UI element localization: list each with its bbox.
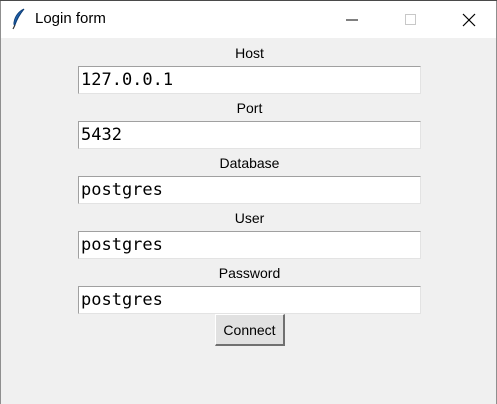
close-button[interactable] (446, 1, 492, 38)
password-input[interactable] (78, 286, 421, 314)
database-input[interactable] (78, 176, 421, 204)
port-input[interactable] (78, 121, 421, 149)
tk-feather-icon (11, 8, 27, 30)
host-input[interactable] (78, 66, 421, 94)
title-bar[interactable]: Login form (0, 1, 497, 38)
minimize-icon (346, 19, 358, 20)
database-label: Database (219, 155, 280, 171)
host-label: Host (235, 45, 264, 61)
window-title: Login form (35, 10, 106, 27)
user-label: User (234, 210, 265, 226)
connect-button[interactable]: Connect (215, 314, 285, 346)
minimize-button[interactable] (329, 1, 375, 38)
user-input[interactable] (78, 231, 421, 259)
password-label: Password (218, 265, 281, 281)
port-label: Port (236, 100, 263, 116)
login-form-window: Login form Host Port Database User Passw… (0, 0, 497, 404)
close-icon (462, 13, 476, 26)
form-body: Host Port Database User Password Connect (0, 38, 497, 404)
maximize-icon (405, 13, 416, 25)
maximize-button[interactable] (388, 1, 434, 38)
